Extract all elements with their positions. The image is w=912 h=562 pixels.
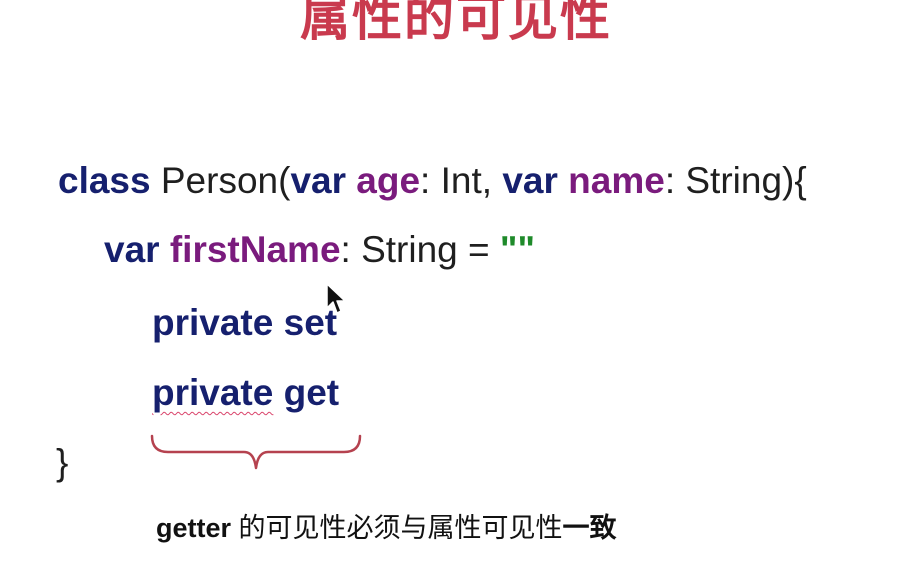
keyword-private: private [152,302,274,343]
keyword-private-error: private [152,372,274,413]
slide-title: 属性的可见性 [300,0,612,46]
annotation-text: 的可见性必须与属性可见性 [231,513,563,543]
code-line-property: var firstName: String = "" [104,231,535,268]
annotation-note: getter 的可见性必须与属性可见性一致 [156,506,617,545]
param-age-type: : Int, [420,160,503,201]
keyword-var: var [104,229,160,270]
code-line-private-set: private set [152,304,337,341]
keyword-var: var [290,160,346,201]
annotation-getter: getter [156,513,232,543]
code-line-private-get: private get [152,374,339,411]
code-line-close-brace: } [56,442,69,483]
accessor-get: get [273,372,340,413]
code-line-class-declaration: class Person(var age: Int, var name: Str… [58,162,807,199]
param-name-type: : String){ [664,160,807,201]
string-literal: "" [499,229,535,270]
keyword-class: class [58,160,151,201]
param-age: age [346,160,421,201]
property-firstname: firstName [159,229,341,270]
param-name: name [557,160,665,201]
curly-brace-annotation-icon [150,434,362,470]
property-type: : String = [340,229,500,270]
mouse-pointer-icon [326,283,346,314]
keyword-var: var [502,160,558,201]
annotation-emphasis: 一致 [562,513,617,543]
class-name: Person( [150,160,291,201]
